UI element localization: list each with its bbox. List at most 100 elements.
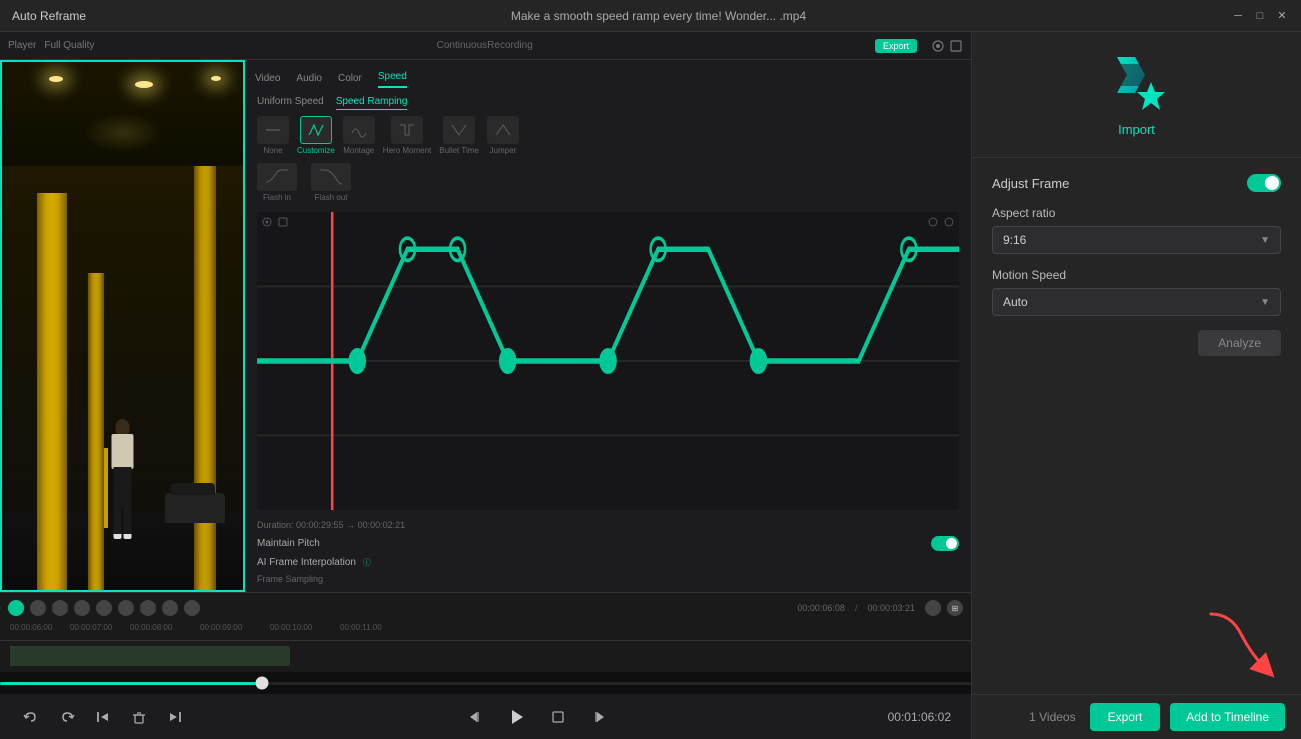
- preset-none-label: None: [263, 146, 282, 155]
- graph-expand-icon[interactable]: [927, 216, 939, 228]
- tl-settings-btn[interactable]: [925, 600, 941, 616]
- speed-content: Uniform Speed Speed Ramping: [245, 88, 971, 592]
- preset-jumper[interactable]: Jumper: [487, 116, 519, 155]
- preset-montage[interactable]: Montage: [343, 116, 375, 155]
- close-button[interactable]: ✕: [1275, 9, 1289, 23]
- import-area: Import: [972, 32, 1301, 158]
- adjust-frame-toggle[interactable]: [1247, 174, 1281, 192]
- inner-export-btn[interactable]: Export: [875, 39, 917, 53]
- aspect-ratio-value: 9:16: [1003, 233, 1026, 247]
- analyze-container: Analyze: [992, 330, 1281, 356]
- preset-bullet[interactable]: Bullet Time: [439, 116, 479, 155]
- undo-button[interactable]: [20, 706, 42, 728]
- next-frame-button[interactable]: [589, 706, 611, 728]
- adjust-frame-row: Adjust Frame: [992, 174, 1281, 192]
- tl-grid-btn[interactable]: ⊞: [947, 600, 963, 616]
- track-segment-1[interactable]: [10, 646, 290, 666]
- preset-hero[interactable]: Hero Moment: [383, 116, 431, 155]
- tl-cut-btn[interactable]: [52, 600, 68, 616]
- inner-timeline-track[interactable]: [0, 641, 971, 672]
- outer-progress-container: [0, 672, 971, 694]
- speed-graph-svg: [257, 212, 959, 510]
- tl-paste-btn[interactable]: [140, 600, 156, 616]
- tl-snap-btn[interactable]: [30, 600, 46, 616]
- tab-audio[interactable]: Audio: [296, 73, 322, 88]
- graph-more-icon[interactable]: [943, 216, 955, 228]
- add-to-timeline-button[interactable]: Add to Timeline: [1170, 703, 1285, 731]
- speed-graph[interactable]: [257, 212, 959, 510]
- aspect-ratio-label: Aspect ratio: [992, 206, 1281, 220]
- preset-jumper-label: Jumper: [490, 146, 517, 155]
- prev-frame-button[interactable]: [463, 706, 485, 728]
- window-controls: ─ □ ✕: [1231, 9, 1289, 23]
- inner-top-bar: Player Full Quality ContinuousRecording …: [0, 32, 971, 60]
- inner-right-panel: Video Audio Color Speed Uniform Speed Sp…: [245, 60, 971, 592]
- delete-button[interactable]: [128, 706, 150, 728]
- play-button[interactable]: [505, 706, 527, 728]
- frame-sampling-label: Frame Sampling: [257, 574, 323, 584]
- tl-speed-btn[interactable]: [96, 600, 112, 616]
- preset-flash-in[interactable]: Flash in: [257, 163, 297, 202]
- aspect-ratio-section: Aspect ratio 9:16 ▼: [992, 206, 1281, 254]
- ai-frame-info[interactable]: ⓘ: [363, 558, 371, 567]
- ai-frame-label: AI Frame Interpolation: [257, 557, 356, 568]
- tl-plus-btn[interactable]: [184, 600, 200, 616]
- tl-current-time: 00:00:06:08: [797, 603, 845, 613]
- tab-video[interactable]: Video: [255, 73, 280, 88]
- skip-end-button[interactable]: [164, 706, 186, 728]
- maintain-pitch-label: Maintain Pitch: [257, 538, 320, 549]
- speed-presets: None Custo: [257, 116, 959, 155]
- right-panel: Import Adjust Frame Aspect ratio 9:16 ▼: [971, 32, 1301, 739]
- outer-progress-track[interactable]: [0, 682, 971, 685]
- preset-montage-icon: [349, 121, 369, 139]
- preset-flash-out[interactable]: Flash out: [311, 163, 351, 202]
- title-bar: Auto Reframe Make a smooth speed ramp ev…: [0, 0, 1301, 32]
- settings-icon[interactable]: [931, 39, 945, 53]
- preset-none[interactable]: None: [257, 116, 289, 155]
- inner-editor: Player Full Quality ContinuousRecording …: [0, 32, 971, 672]
- analyze-button[interactable]: Analyze: [1198, 330, 1281, 356]
- preset-flash-out-icon: [317, 168, 345, 186]
- graph-top-controls: [261, 216, 289, 228]
- tab-color[interactable]: Color: [338, 73, 362, 88]
- graph-settings-icon[interactable]: [261, 216, 273, 228]
- uniform-speed-toggle[interactable]: Uniform Speed: [257, 96, 324, 110]
- tl-audio-btn[interactable]: [162, 600, 178, 616]
- ruler-label-2: 00:00:07:00: [70, 623, 112, 632]
- recording-label: ContinuousRecording: [102, 40, 867, 51]
- skip-start-button[interactable]: [92, 706, 114, 728]
- frame-sampling-row: Frame Sampling: [257, 574, 959, 584]
- preset-customize[interactable]: Customize: [297, 116, 335, 155]
- crop-button[interactable]: [547, 706, 569, 728]
- editor-preview: Player Full Quality ContinuousRecording …: [0, 32, 971, 672]
- maintain-pitch-toggle[interactable]: [931, 536, 959, 551]
- tab-speed[interactable]: Speed: [378, 71, 407, 88]
- import-button[interactable]: Import: [1118, 122, 1155, 137]
- motion-speed-dropdown[interactable]: Auto ▼: [992, 288, 1281, 316]
- tl-copy-btn[interactable]: [118, 600, 134, 616]
- videos-count: 1 Videos: [1029, 710, 1075, 724]
- player-label: Player: [8, 40, 36, 51]
- aspect-ratio-dropdown[interactable]: 9:16 ▼: [992, 226, 1281, 254]
- redo-button[interactable]: [56, 706, 78, 728]
- minimize-button[interactable]: ─: [1231, 9, 1245, 23]
- main-layout: Player Full Quality ContinuousRecording …: [0, 32, 1301, 739]
- tl-total-time: 00:00:03:21: [867, 603, 915, 613]
- tl-trim-btn[interactable]: [74, 600, 90, 616]
- preset-bullet-icon: [449, 121, 469, 139]
- ruler-label-3: 00:00:08:00: [130, 623, 172, 632]
- maximize-button[interactable]: □: [1253, 9, 1267, 23]
- tl-record-btn[interactable]: [8, 600, 24, 616]
- export-button[interactable]: Export: [1090, 703, 1161, 731]
- outer-progress-fill: [0, 682, 262, 685]
- file-name: Make a smooth speed ramp every time! Won…: [86, 9, 1231, 23]
- adjust-frame-toggle-thumb: [1265, 176, 1279, 190]
- transport-left: [20, 706, 186, 728]
- speed-ramping-toggle[interactable]: Speed Ramping: [336, 96, 408, 110]
- preset-flash-in-label: Flash in: [263, 193, 291, 202]
- ceiling-light-1: [49, 76, 63, 82]
- progress-thumb[interactable]: [256, 677, 269, 690]
- duration-row: Duration: 00:00:29:55 → 00:00:02:21: [257, 520, 959, 530]
- graph-gear-icon[interactable]: [277, 216, 289, 228]
- crop-icon[interactable]: [949, 39, 963, 53]
